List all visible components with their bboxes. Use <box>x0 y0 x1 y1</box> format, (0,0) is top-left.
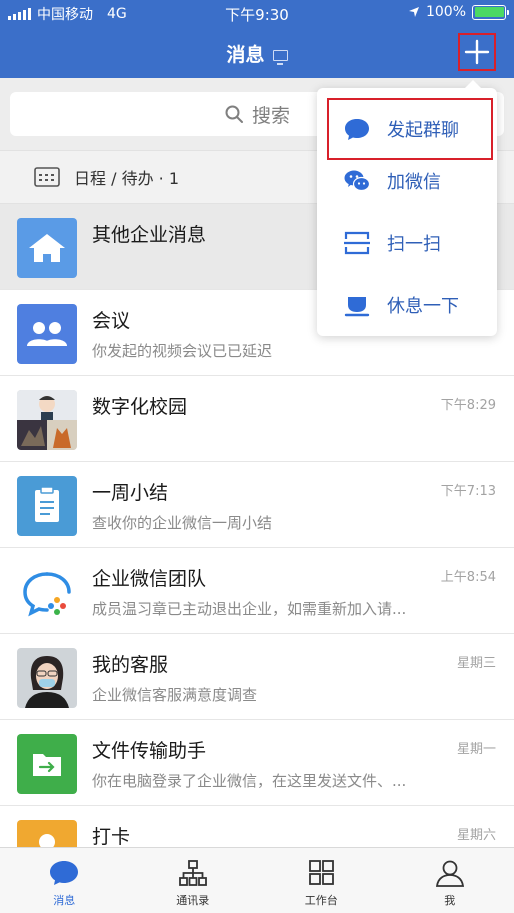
search-icon <box>225 105 243 123</box>
scan-icon <box>344 231 370 255</box>
agent-photo-avatar <box>17 648 77 708</box>
message-bubble-icon <box>50 861 79 885</box>
tab-label: 我 <box>444 894 456 907</box>
wecom-logo-icon <box>17 562 77 622</box>
conversation-title: 企业微信团队 <box>92 568 207 590</box>
plus-icon <box>464 39 490 65</box>
agenda-label: 日程 / 待办 · 1 <box>74 169 180 188</box>
conversation-preview: 企业微信客服满意度调查 <box>92 686 258 704</box>
conversation-preview: 你发起的视频会议已已延迟 <box>92 342 273 360</box>
conversation-row[interactable]: 我的客服 企业微信客服满意度调查 星期三 <box>0 634 514 720</box>
conversation-title: 其他企业消息 <box>92 224 207 246</box>
add-button[interactable] <box>458 33 496 71</box>
conversation-row[interactable]: 数字化校园 下午8:29 <box>0 376 514 462</box>
conversation-preview: 查收你的企业微信一周小结 <box>92 514 273 532</box>
conversation-title: 数字化校园 <box>92 396 188 418</box>
conversation-time: 下午8:29 <box>440 398 496 413</box>
conversation-title: 一周小结 <box>92 482 169 504</box>
menu-item-label: 扫一扫 <box>387 234 441 255</box>
tab-contacts[interactable]: 通讯录 <box>129 848 258 913</box>
rest-icon <box>344 297 370 317</box>
battery-percent: 100% <box>425 4 466 20</box>
conversation-time: 星期一 <box>456 742 496 757</box>
status-bar: 中国移动 4G 下午9:30 100% <box>0 0 514 26</box>
status-right: 100% <box>408 4 509 20</box>
top-header: 中国移动 4G 下午9:30 100% 消息 <box>0 0 514 78</box>
conversation-row[interactable]: 企业微信团队 成员温习章已主动退出企业，如需重新加入请... 上午8:54 <box>0 548 514 634</box>
tab-me[interactable]: 我 <box>386 848 514 913</box>
org-chart-icon <box>178 860 207 886</box>
conversation-preview: 你在电脑登录了企业微信，在这里发送文件、... <box>92 772 407 790</box>
conversation-title: 打卡 <box>92 826 131 848</box>
location-arrow-icon <box>408 7 419 17</box>
clipboard-icon <box>17 476 77 536</box>
add-popup-menu: 发起群聊 加微信 扫一扫 休息一下 <box>317 80 497 336</box>
bottom-tab-bar: 消息 通讯录 工作台 我 <box>0 847 514 913</box>
page-title: 消息 <box>0 40 514 67</box>
conversation-time: 下午7:13 <box>440 484 496 499</box>
person-icon <box>435 860 464 887</box>
desktop-online-icon <box>272 50 288 65</box>
scan-item[interactable]: 扫一扫 <box>317 212 497 274</box>
conversation-time: 星期三 <box>456 656 496 671</box>
tab-workbench[interactable]: 工作台 <box>257 848 386 913</box>
add-wechat-item[interactable]: 加微信 <box>317 150 497 212</box>
conversation-time: 上午8:54 <box>440 570 496 585</box>
conversation-title: 会议 <box>92 310 131 332</box>
conversation-row[interactable]: 一周小结 查收你的企业微信一周小结 下午7:13 <box>0 462 514 548</box>
battery-icon <box>472 4 509 20</box>
tab-label: 消息 <box>53 894 76 907</box>
menu-item-label: 休息一下 <box>387 296 459 317</box>
folder-icon <box>17 734 77 794</box>
conversation-preview: 成员温习章已主动退出企业，如需重新加入请... <box>92 600 407 618</box>
building-icon <box>17 218 77 278</box>
calendar-icon <box>34 167 60 187</box>
tab-label: 工作台 <box>304 894 338 907</box>
meeting-icon <box>17 304 77 364</box>
group-photo-avatar <box>17 390 77 450</box>
tab-messages[interactable]: 消息 <box>0 848 129 913</box>
conversation-time: 星期六 <box>456 828 496 843</box>
grid-icon <box>309 860 335 885</box>
page-title-text: 消息 <box>226 44 265 66</box>
conversation-title: 我的客服 <box>92 654 169 676</box>
menu-item-label: 加微信 <box>387 172 441 193</box>
wechat-icon <box>344 170 371 192</box>
conversation-title: 文件传输助手 <box>92 740 207 762</box>
tab-label: 通讯录 <box>176 894 210 907</box>
conversation-row[interactable]: 文件传输助手 你在电脑登录了企业微信，在这里发送文件、... 星期一 <box>0 720 514 806</box>
menu-item-label: 发起群聊 <box>387 120 459 141</box>
search-placeholder: 搜索 <box>251 104 290 127</box>
take-a-break-item[interactable]: 休息一下 <box>317 274 497 336</box>
chat-bubble-icon <box>345 119 369 140</box>
